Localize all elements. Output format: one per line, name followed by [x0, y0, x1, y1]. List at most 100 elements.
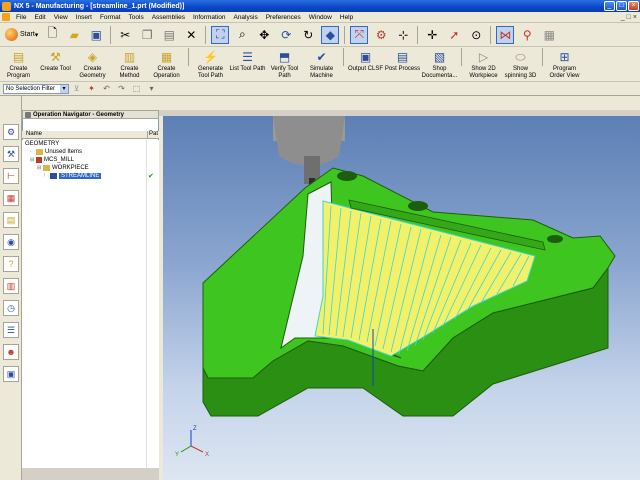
history-icon[interactable]: ◷: [3, 300, 19, 316]
selection-filter-value: No Selection Filter: [6, 85, 56, 92]
post-process-button[interactable]: ▤ Post Process: [384, 48, 421, 73]
tree-item-mcs-mill[interactable]: ⊟ MCS_MILL: [22, 156, 159, 164]
doc-minimize-button[interactable]: _: [621, 14, 625, 21]
vector-tool-icon[interactable]: ➚: [445, 26, 463, 44]
operation-navigator-icon[interactable]: ⚒: [3, 146, 19, 162]
selection-filter-dropdown[interactable]: No Selection Filter ▾: [3, 83, 69, 94]
tree-item-streamline[interactable]: ! STREAMLINE: [22, 172, 159, 180]
create-method-button[interactable]: ▥ Create Method: [111, 48, 148, 80]
show-2d-workpiece-button[interactable]: ▷ Show 2D Workpiece: [465, 48, 502, 80]
measure-tool-icon[interactable]: ⊙: [467, 26, 485, 44]
reuse-library-icon[interactable]: ▤: [3, 212, 19, 228]
web-browser-icon[interactable]: ◉: [3, 234, 19, 250]
select-box-icon[interactable]: ⬚: [131, 83, 142, 94]
menu-bar: File Edit View Insert Format Tools Assem…: [0, 12, 640, 23]
zoom-icon[interactable]: ⌕: [233, 26, 251, 44]
part-model: Z X Y: [175, 116, 616, 458]
undo-icon[interactable]: ↶: [101, 83, 112, 94]
folder-icon: [36, 149, 43, 155]
system-scenes-icon[interactable]: ▣: [3, 366, 19, 382]
rotate-icon[interactable]: ⟳: [277, 26, 295, 44]
system-materials-icon[interactable]: ☰: [3, 322, 19, 338]
tree-item-geometry[interactable]: GEOMETRY: [22, 140, 159, 148]
filter-icon[interactable]: ⊻: [71, 83, 82, 94]
verify-toolpath-button[interactable]: ⬒ Verify Tool Path: [266, 48, 303, 80]
document-icon[interactable]: [2, 13, 10, 21]
create-program-icon: ▤: [12, 50, 25, 64]
constraint-navigator-icon[interactable]: ⊢: [3, 168, 19, 184]
menu-information[interactable]: Information: [189, 14, 230, 21]
tree-item-workpiece[interactable]: ⊟ WORKPIECE: [22, 164, 159, 172]
column-path[interactable]: Pat: [148, 131, 159, 138]
new-file-icon[interactable]: 🗋: [43, 26, 61, 44]
menu-edit[interactable]: Edit: [30, 14, 49, 21]
create-program-button[interactable]: ▤ Create Program: [0, 48, 37, 80]
list-toolpath-button[interactable]: ☰ List Tool Path: [229, 48, 266, 73]
open-folder-icon[interactable]: ▰: [65, 26, 83, 44]
nx-app-icon: [2, 1, 11, 11]
selection-tool-icon[interactable]: ⤧: [350, 25, 369, 44]
assembly-tool-icon[interactable]: ⚙: [372, 26, 390, 44]
snap-tool-icon[interactable]: ⊹: [394, 26, 412, 44]
menu-assemblies[interactable]: Assemblies: [148, 14, 189, 21]
maximize-button[interactable]: □: [616, 1, 627, 11]
program-order-view-button[interactable]: ⊞ Program Order View: [546, 48, 583, 80]
menu-preferences[interactable]: Preferences: [262, 14, 305, 21]
menu-help[interactable]: Help: [336, 14, 357, 21]
menu-tools[interactable]: Tools: [125, 14, 148, 21]
show-3d-icon: ⬭: [515, 49, 526, 64]
part-navigator-icon[interactable]: ▦: [3, 190, 19, 206]
menu-format[interactable]: Format: [96, 14, 125, 21]
save-icon[interactable]: ▣: [87, 26, 105, 44]
simulate-machine-button[interactable]: ✔ Simulate Machine: [303, 48, 340, 80]
analysis-tool-icon[interactable]: ⋈: [496, 25, 515, 44]
menu-analysis[interactable]: Analysis: [229, 14, 261, 21]
menu-file[interactable]: File: [12, 14, 30, 21]
chevron-down-icon[interactable]: ▾: [146, 83, 157, 94]
create-tool-button[interactable]: ⚒ Create Tool: [37, 48, 74, 73]
pin-icon[interactable]: [25, 111, 31, 118]
workpiece-icon: [43, 165, 50, 171]
minimize-button[interactable]: _: [604, 1, 615, 11]
create-geometry-label: Create Geometry: [79, 66, 106, 79]
show-3d-label: Show spinning 3D: [504, 66, 537, 79]
tree-item-unused-items[interactable]: · Unused Items: [22, 148, 159, 156]
refresh-icon[interactable]: ↻: [299, 26, 317, 44]
cut-icon[interactable]: ✂: [116, 26, 134, 44]
generate-toolpath-icon: ⚡: [203, 50, 218, 64]
roles-icon[interactable]: ☻: [3, 344, 19, 360]
create-operation-button[interactable]: ▦ Create Operation: [148, 48, 185, 80]
column-name[interactable]: Name: [22, 131, 148, 138]
generate-toolpath-button[interactable]: ⚡ Generate Tool Path: [192, 48, 229, 80]
graphics-viewport[interactable]: Z X Y: [163, 116, 640, 480]
delete-icon[interactable]: ✕: [182, 26, 200, 44]
paste-icon[interactable]: ▤: [160, 26, 178, 44]
start-button[interactable]: Start ▾: [2, 26, 41, 44]
menu-window[interactable]: Window: [305, 14, 336, 21]
layer-tool-icon[interactable]: ▦: [540, 26, 558, 44]
render-style-icon[interactable]: ◆: [321, 25, 340, 44]
mount-hole: [547, 235, 563, 243]
show-spinning-3d-button[interactable]: ⬭ Show spinning 3D: [502, 48, 539, 80]
close-button[interactable]: ×: [628, 1, 639, 11]
resource-bar: ⚙ ⚒ ⊢ ▦ ▤ ◉ ? ▥ ◷ ☰ ☻ ▣: [0, 96, 22, 480]
point-tool-icon[interactable]: ✛: [423, 26, 441, 44]
menu-view[interactable]: View: [50, 14, 72, 21]
tree-item-label: MCS_MILL: [44, 157, 75, 163]
copy-icon[interactable]: ❐: [138, 26, 156, 44]
help-icon[interactable]: ?: [3, 256, 19, 272]
create-geometry-button[interactable]: ◈ Create Geometry: [74, 48, 111, 80]
redo-icon[interactable]: ↷: [116, 83, 127, 94]
pan-icon[interactable]: ✥: [255, 26, 273, 44]
feature-tool-icon[interactable]: ⚲: [518, 26, 536, 44]
fit-view-icon[interactable]: ⛶: [211, 25, 230, 44]
shop-documentation-button[interactable]: ▧ Shop Documenta...: [421, 48, 458, 80]
assembly-navigator-icon[interactable]: ⚙: [3, 124, 19, 140]
menu-insert[interactable]: Insert: [72, 14, 96, 21]
doc-close-button[interactable]: ×: [633, 14, 637, 21]
snap-point-icon[interactable]: ✦: [86, 83, 97, 94]
palettes-icon[interactable]: ▥: [3, 278, 19, 294]
doc-restore-button[interactable]: □: [627, 14, 631, 21]
simulate-machine-icon: ✔: [316, 50, 327, 64]
output-clsf-button[interactable]: ▣ Output CLSF: [347, 48, 384, 73]
